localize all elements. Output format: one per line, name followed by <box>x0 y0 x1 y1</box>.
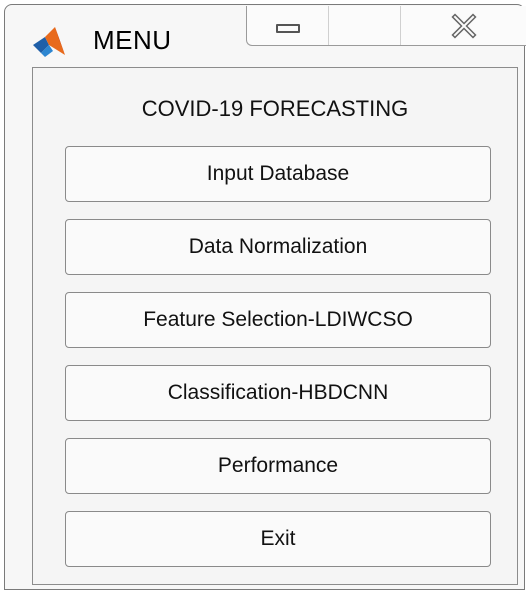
maximize-button[interactable] <box>329 6 401 45</box>
minimize-icon <box>275 24 300 33</box>
menu-panel: COVID-19 FORECASTING Input Database Data… <box>32 67 518 585</box>
exit-button[interactable]: Exit <box>65 511 491 567</box>
performance-button[interactable]: Performance <box>65 438 491 494</box>
matlab-logo-icon <box>33 27 65 57</box>
data-normalization-button[interactable]: Data Normalization <box>65 219 491 275</box>
panel-heading: COVID-19 FORECASTING <box>141 96 409 121</box>
input-database-button[interactable]: Input Database <box>65 146 491 202</box>
minimize-button[interactable] <box>247 6 329 45</box>
caption-buttons <box>246 6 526 46</box>
feature-selection-button[interactable]: Feature Selection-LDIWCSO <box>65 292 491 348</box>
close-button[interactable] <box>401 6 526 45</box>
window-title: MENU <box>93 25 172 55</box>
menu-window: MENU COVID-19 FORECASTING Input Database… <box>4 4 526 590</box>
close-icon <box>450 12 477 39</box>
title-bar[interactable]: MENU <box>5 5 526 63</box>
classification-button[interactable]: Classification-HBDCNN <box>65 365 491 421</box>
